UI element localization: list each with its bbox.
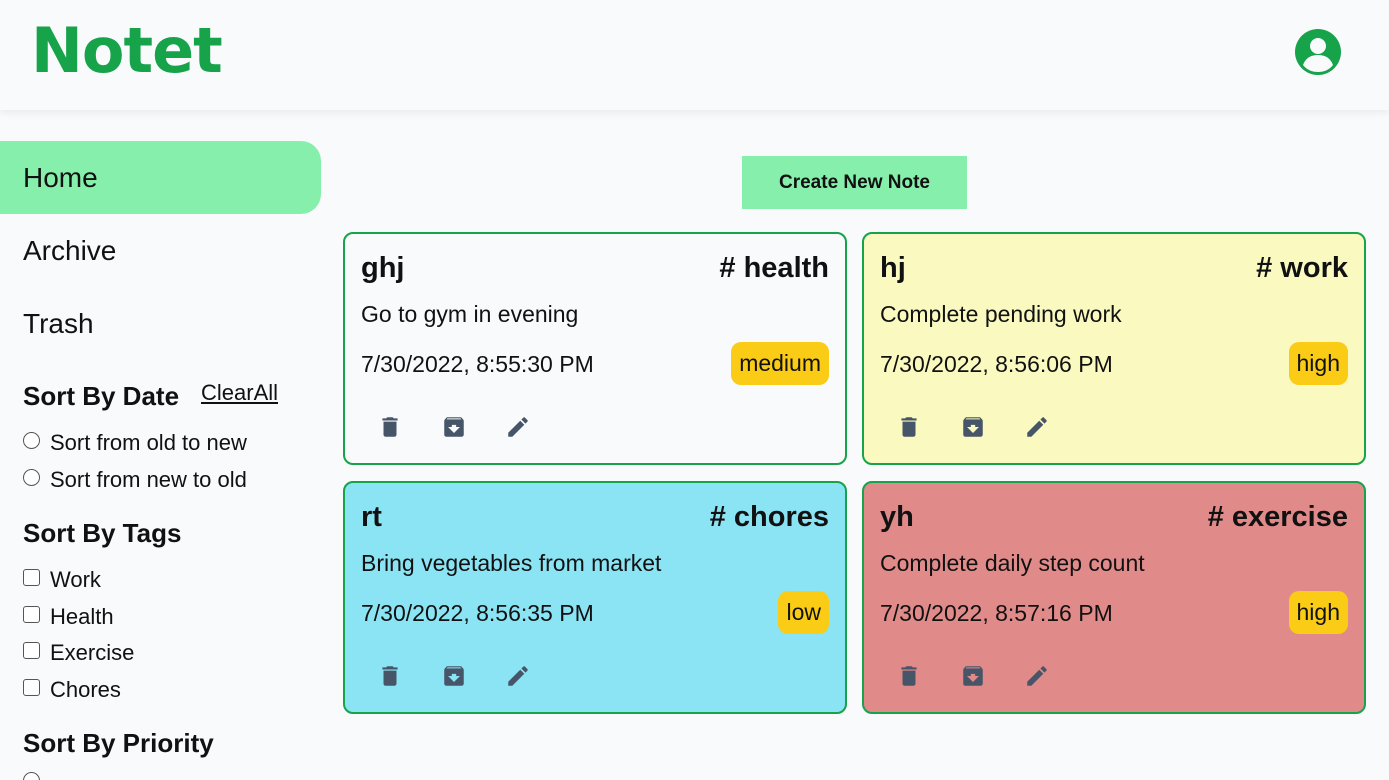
sort-old-to-new-option[interactable]: Sort from old to new: [23, 430, 247, 456]
pencil-icon: [508, 666, 528, 686]
nav-trash[interactable]: Trash: [0, 287, 321, 360]
delete-button[interactable]: [894, 412, 924, 442]
note-card[interactable]: yh # exercise Complete daily step count …: [862, 481, 1366, 714]
archive-icon: [963, 666, 983, 686]
note-text: Bring vegetables from market: [361, 550, 662, 576]
checkbox[interactable]: [23, 641, 40, 659]
tag-chores-option[interactable]: Chores: [23, 677, 121, 703]
note-card[interactable]: hj # work Complete pending work 7/30/202…: [862, 232, 1366, 465]
priority-badge: high: [1288, 342, 1348, 385]
note-text: Complete daily step count: [880, 550, 1145, 576]
pencil-icon: [1027, 666, 1047, 686]
note-date: 7/30/2022, 8:57:16 PM: [880, 600, 1113, 626]
archive-icon: [963, 417, 983, 437]
note-text: Go to gym in evening: [361, 301, 579, 327]
header: Notet: [0, 0, 1389, 110]
note-date: 7/30/2022, 8:56:35 PM: [361, 600, 594, 626]
trash-icon: [901, 417, 917, 437]
sort-new-to-old-option[interactable]: Sort from new to old: [23, 467, 247, 493]
note-date: 7/30/2022, 8:55:30 PM: [361, 351, 594, 377]
archive-button[interactable]: [958, 412, 988, 442]
option-label: Work: [50, 567, 101, 592]
note-title: ghj: [361, 252, 405, 284]
delete-button[interactable]: [375, 412, 405, 442]
trash-icon: [382, 417, 398, 437]
option-label: Chores: [50, 677, 121, 702]
clear-all-link[interactable]: ClearAll: [201, 380, 278, 406]
note-tag: # work: [1256, 252, 1348, 284]
nav-archive[interactable]: Archive: [0, 214, 321, 287]
option-label: Sort from old to new: [50, 430, 247, 455]
note-tag: # chores: [709, 501, 829, 533]
sort-by-date-title: Sort By Date: [23, 381, 180, 411]
archive-button[interactable]: [439, 661, 469, 691]
radio-button[interactable]: [23, 468, 40, 486]
option-label: Exercise: [50, 640, 135, 665]
sort-by-tags-title: Sort By Tags: [23, 518, 182, 548]
note-tag: # health: [719, 252, 829, 284]
priority-badge: medium: [731, 342, 829, 385]
note-card[interactable]: ghj # health Go to gym in evening 7/30/2…: [343, 232, 847, 465]
priority-badge: low: [778, 591, 829, 634]
archive-button[interactable]: [958, 661, 988, 691]
checkbox[interactable]: [23, 568, 40, 586]
nav-home[interactable]: Home: [0, 141, 321, 214]
radio-button[interactable]: [23, 431, 40, 449]
tag-work-option[interactable]: Work: [23, 567, 101, 593]
delete-button[interactable]: [894, 661, 924, 691]
archive-button[interactable]: [439, 412, 469, 442]
option-label: Health: [50, 604, 114, 629]
note-date: 7/30/2022, 8:56:06 PM: [880, 351, 1113, 377]
note-title: hj: [880, 252, 906, 284]
trash-icon: [382, 666, 398, 686]
delete-button[interactable]: [375, 661, 405, 691]
note-tag: # exercise: [1207, 501, 1348, 533]
option-label: Sort from new to old: [50, 467, 247, 492]
sort-by-priority-title: Sort By Priority: [23, 728, 214, 758]
note-title: yh: [880, 501, 914, 533]
checkbox[interactable]: [23, 678, 40, 696]
checkbox[interactable]: [23, 605, 40, 623]
note-text: Complete pending work: [880, 301, 1122, 327]
archive-icon: [444, 666, 464, 686]
trash-icon: [901, 666, 917, 686]
create-note-button[interactable]: Create New Note: [742, 156, 967, 209]
archive-icon: [444, 417, 464, 437]
tag-health-option[interactable]: Health: [23, 604, 114, 630]
edit-button[interactable]: [503, 661, 533, 691]
edit-button[interactable]: [1022, 661, 1052, 691]
note-card[interactable]: rt # chores Bring vegetables from market…: [343, 481, 847, 714]
priority-badge: high: [1288, 591, 1348, 634]
tag-exercise-option[interactable]: Exercise: [23, 640, 134, 666]
edit-button[interactable]: [1022, 412, 1052, 442]
pencil-icon: [1027, 417, 1047, 437]
logo[interactable]: Notet: [31, 14, 223, 87]
account-circle-icon[interactable]: [1294, 28, 1342, 76]
note-title: rt: [361, 501, 382, 533]
edit-button[interactable]: [503, 412, 533, 442]
radio-button[interactable]: [23, 771, 40, 780]
pencil-icon: [508, 417, 528, 437]
